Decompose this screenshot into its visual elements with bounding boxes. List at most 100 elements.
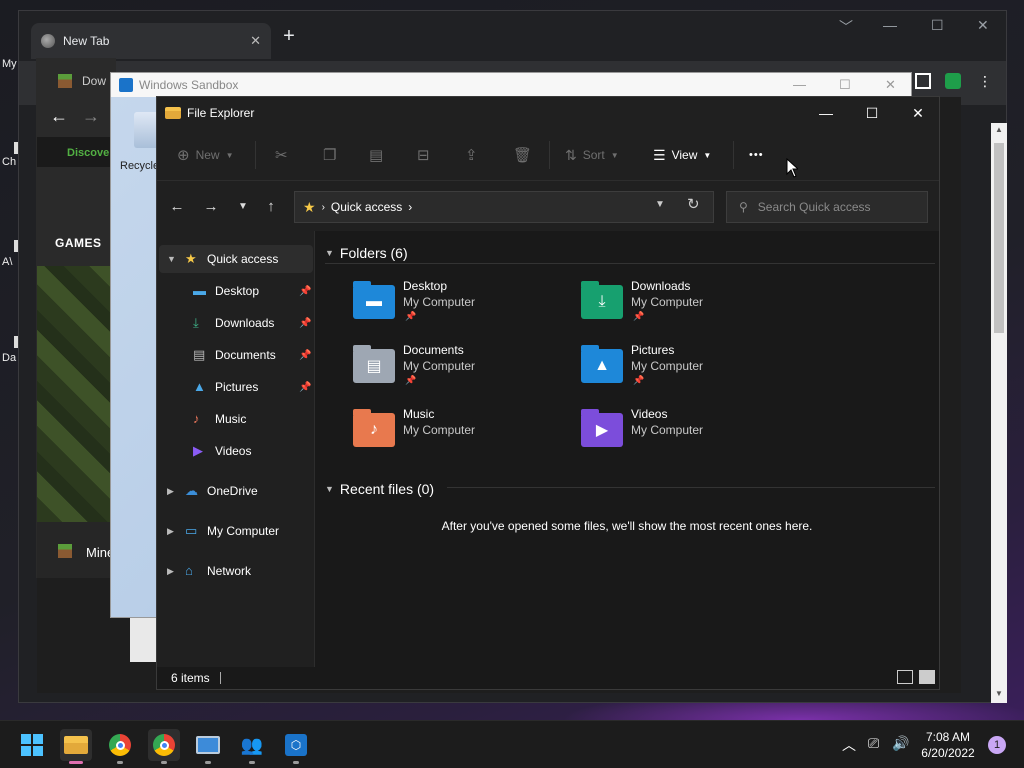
desktop-icon: ▬ — [193, 283, 206, 298]
recent-locations-icon[interactable]: ▼ — [231, 195, 255, 219]
sidebar-item-music[interactable]: ♪ Music — [159, 405, 313, 433]
tab-close-icon[interactable]: ✕ — [250, 33, 261, 49]
rename-button[interactable]: ⊟ — [417, 143, 430, 167]
scrollbar-thumb[interactable] — [994, 143, 1004, 333]
sandbox-minimize-button[interactable]: — — [793, 77, 806, 92]
desktop-icon-label[interactable]: My — [2, 58, 17, 70]
chrome-tab[interactable]: New Tab ✕ — [31, 23, 271, 59]
explorer-minimize-button[interactable]: — — [803, 97, 849, 129]
up-arrow-icon[interactable]: ↑ — [259, 195, 283, 219]
address-bar[interactable]: ★ › Quick access › — [294, 191, 714, 223]
details-view-icon[interactable] — [897, 670, 913, 684]
sidebar-item-documents[interactable]: ▤ Documents 📌 — [159, 341, 313, 369]
extension-icon[interactable] — [915, 73, 931, 89]
recycle-bin-label[interactable]: Recycle — [120, 160, 159, 172]
new-button[interactable]: ⊕ New ▼ — [177, 143, 234, 167]
sidebar-item-network[interactable]: ▶ ⌂ Network — [159, 557, 313, 585]
address-dropdown-icon[interactable]: ▼ — [655, 199, 665, 210]
sidebar-item-quick-access[interactable]: ▼ ★ Quick access — [159, 245, 313, 273]
chevron-right-icon[interactable]: ▶ — [167, 526, 174, 537]
desktop-icon-label[interactable]: A\ — [2, 256, 12, 268]
star-icon: ★ — [185, 251, 197, 266]
taskbar-chrome[interactable] — [104, 729, 136, 761]
sidebar-item-desktop[interactable]: ▬ Desktop 📌 — [159, 277, 313, 305]
folder-tile[interactable]: ▬ Desktop My Computer 📌 — [353, 279, 573, 335]
sidebar-item-downloads[interactable]: ⤓ Downloads 📌 — [159, 309, 313, 337]
chrome-menu-icon[interactable]: ⋮ — [977, 73, 993, 89]
chrome-close-button[interactable]: ✕ — [977, 17, 989, 34]
back-arrow-icon[interactable]: ← — [165, 195, 189, 219]
explorer-close-button[interactable]: ✕ — [895, 97, 941, 129]
scroll-down-icon[interactable]: ▼ — [991, 689, 1007, 698]
paste-button[interactable]: ▤ — [369, 143, 383, 167]
sandbox-close-button[interactable]: ✕ — [885, 77, 896, 93]
game-artwork[interactable] — [37, 266, 117, 522]
forward-arrow-icon[interactable]: → — [82, 106, 100, 127]
sandbox-maximize-button[interactable]: ☐ — [839, 77, 851, 93]
back-arrow-icon[interactable]: ← — [50, 106, 68, 127]
search-input[interactable]: ⚲ Search Quick access — [726, 191, 928, 223]
sidebar-item-pictures[interactable]: ▲ Pictures 📌 — [159, 373, 313, 401]
large-icons-view-icon[interactable] — [919, 670, 935, 684]
chevron-up-icon[interactable]: ︿ — [842, 735, 856, 755]
start-button[interactable] — [16, 729, 48, 761]
desktop: My Ch A\ Da New Tab ✕ + ﹀ — ☐ ✕ ⋮ ▲ ▼ Do… — [0, 0, 1024, 720]
sidebar-item-my-computer[interactable]: ▶ ▭ My Computer — [159, 517, 313, 545]
sidebar-item-label: Quick access — [207, 252, 279, 266]
forward-arrow-icon[interactable]: → — [199, 195, 223, 219]
desktop-icon-label[interactable]: Da — [2, 352, 16, 364]
store-tab-label[interactable]: Dow — [82, 74, 106, 88]
folder-icon — [165, 107, 181, 119]
taskbar-file-explorer[interactable] — [60, 729, 92, 761]
refresh-icon[interactable]: ↻ — [687, 195, 700, 213]
copy-button[interactable]: ❐ — [323, 143, 336, 167]
games-heading[interactable]: GAMES — [55, 236, 102, 250]
share-button[interactable]: ⇪ — [465, 143, 478, 167]
desktop-icon-label[interactable]: Ch — [2, 156, 16, 168]
chevron-right-icon[interactable]: ▶ — [167, 486, 174, 497]
recent-section-header[interactable]: ▼ Recent files (0) — [325, 479, 434, 499]
taskbar-brave[interactable] — [148, 729, 180, 761]
breadcrumb-chevron-icon[interactable]: › — [408, 200, 412, 214]
folder-glyph-icon: ▶ — [595, 422, 609, 439]
discover-banner[interactable]: Discover — [37, 137, 117, 167]
network-icon[interactable]: ⎚ — [868, 735, 879, 752]
tab-search-icon[interactable]: ﹀ — [839, 17, 853, 37]
folders-section-header[interactable]: ▼ Folders (6) — [325, 243, 408, 263]
delete-button[interactable]: 🗑 — [513, 143, 532, 167]
chrome-maximize-button[interactable]: ☐ — [931, 17, 944, 34]
page-scrollbar[interactable]: ▲ ▼ — [991, 123, 1007, 703]
taskbar-sandbox[interactable]: ⬡ — [280, 729, 312, 761]
chevron-down-icon[interactable]: ▼ — [167, 254, 176, 264]
download-icon: ⤓ — [193, 315, 199, 330]
chevron-right-icon[interactable]: ▶ — [167, 566, 174, 577]
explorer-maximize-button[interactable]: ☐ — [849, 97, 895, 129]
breadcrumb-quick-access[interactable]: Quick access — [331, 200, 402, 214]
more-options-button[interactable]: ••• — [749, 143, 764, 167]
chrome-minimize-button[interactable]: — — [883, 17, 897, 33]
folder-tile[interactable]: ♪ Music My Computer — [353, 407, 573, 463]
view-button[interactable]: ☰ View ▼ — [653, 143, 711, 167]
shield-icon[interactable] — [945, 73, 961, 89]
notification-badge[interactable]: 1 — [988, 736, 1006, 754]
scroll-up-icon[interactable]: ▲ — [991, 125, 1007, 134]
taskbar-remote-desktop[interactable] — [192, 729, 224, 761]
folder-tile[interactable]: ▲ Pictures My Computer 📌 — [581, 343, 801, 399]
brave-icon — [153, 734, 175, 756]
folder-tile[interactable]: ▶ Videos My Computer — [581, 407, 801, 463]
clock[interactable]: 7:08 AM 6/20/2022 — [910, 729, 986, 761]
pin-icon: 📌 — [299, 317, 312, 329]
separator — [549, 141, 550, 169]
folder-glyph-icon: ♪ — [370, 421, 378, 438]
sidebar-item-videos[interactable]: ▶ Videos — [159, 437, 313, 465]
taskbar-users[interactable]: 👥 — [236, 729, 268, 761]
new-tab-button[interactable]: + — [277, 25, 301, 48]
folder-tile[interactable]: ⤓ Downloads My Computer 📌 — [581, 279, 801, 335]
sidebar-item-onedrive[interactable]: ▶ ☁ OneDrive — [159, 477, 313, 505]
volume-icon[interactable]: 🔊 — [892, 735, 909, 752]
recent-header-label: Recent files (0) — [339, 481, 435, 497]
folder-tile[interactable]: ▤ Documents My Computer 📌 — [353, 343, 573, 399]
cut-button[interactable]: ✂ — [275, 143, 288, 167]
status-bar: 6 items — [157, 667, 939, 689]
sort-button[interactable]: ⇅ Sort ▼ — [565, 143, 619, 167]
